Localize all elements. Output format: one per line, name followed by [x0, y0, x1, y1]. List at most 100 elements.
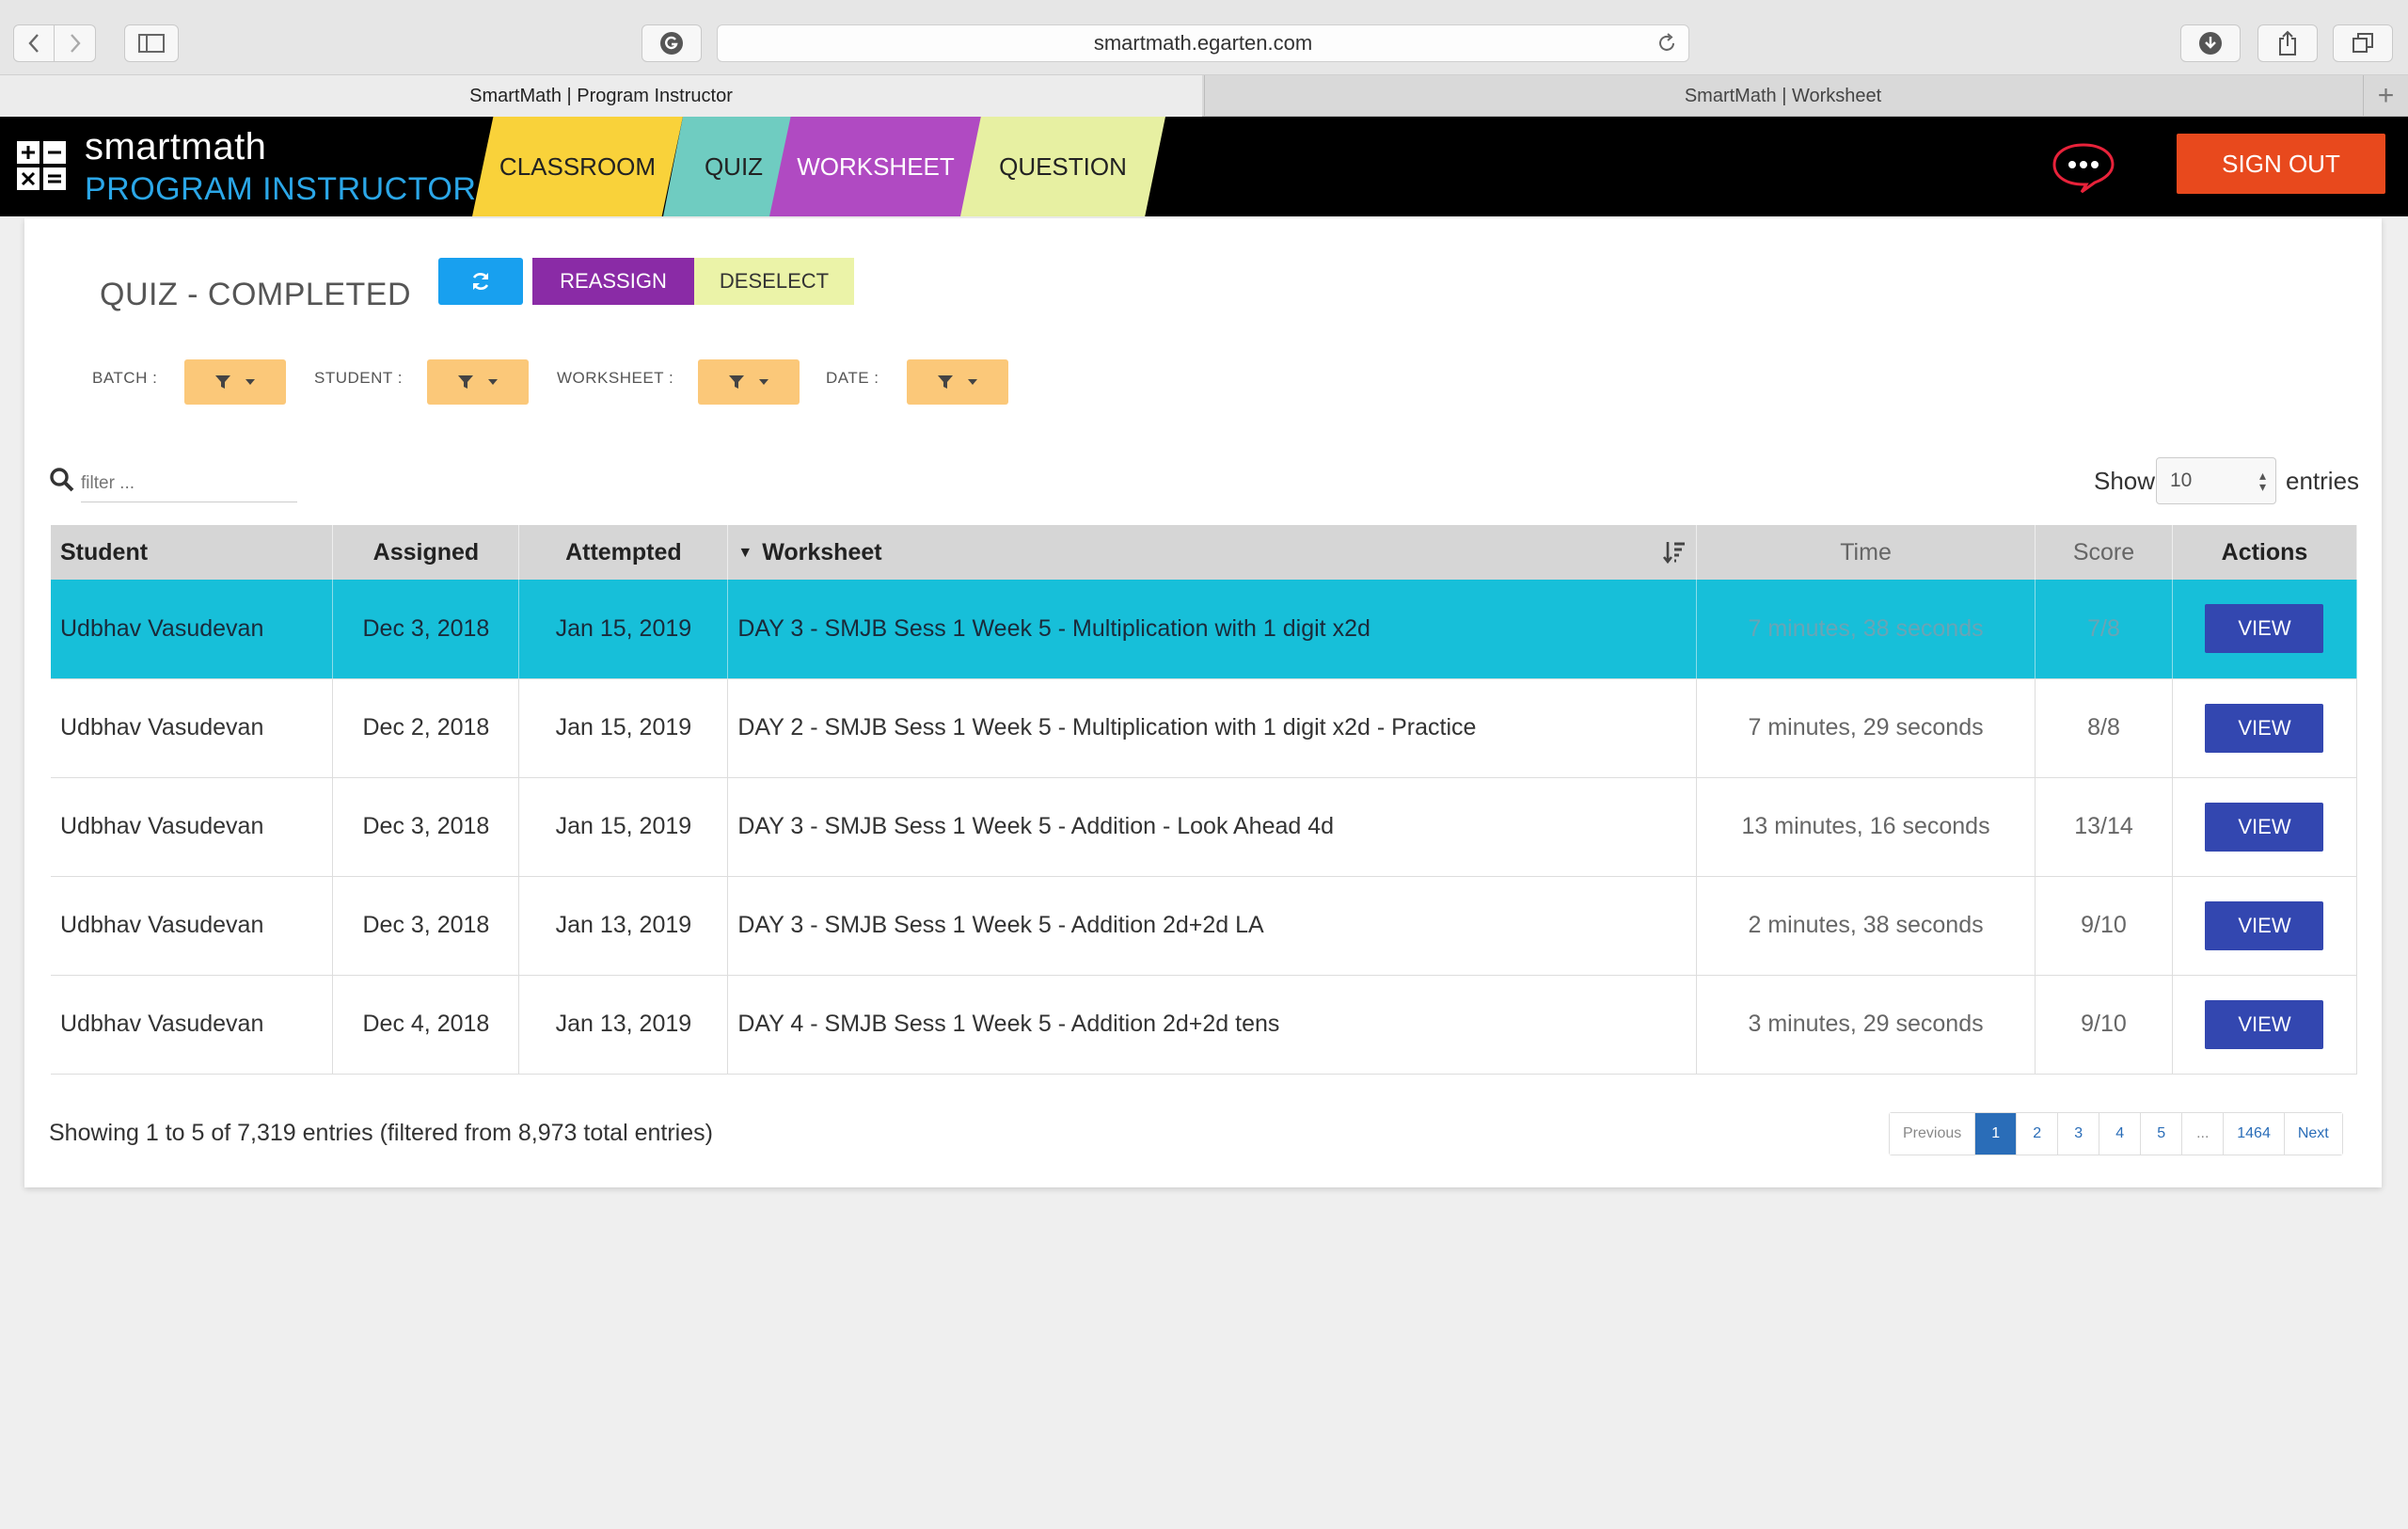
filter-icon — [458, 375, 473, 389]
cell-assigned: Dec 3, 2018 — [332, 580, 520, 679]
pagination-page-4[interactable]: 4 — [2099, 1113, 2142, 1155]
entries-per-page-value: 10 — [2170, 470, 2193, 491]
column-header-assigned[interactable]: Assigned — [332, 525, 520, 580]
plus-icon: + — [2377, 80, 2395, 111]
filter-icon — [938, 375, 953, 389]
pagination-previous[interactable]: Previous — [1890, 1113, 1976, 1155]
brand-role: PROGRAM INSTRUCTOR — [85, 171, 477, 207]
student-filter-label: STUDENT : — [314, 369, 403, 387]
refresh-icon — [472, 273, 489, 290]
view-button[interactable]: VIEW — [2205, 703, 2324, 753]
caret-down-icon — [488, 379, 498, 385]
downloads-button[interactable] — [2180, 24, 2241, 62]
cell-actions: VIEW — [2172, 678, 2358, 778]
forward-button[interactable] — [55, 24, 96, 62]
filter-icon — [215, 375, 230, 389]
caret-down-icon — [968, 379, 977, 385]
table-row[interactable]: Udbhav Vasudevan Dec 3, 2018 Jan 15, 201… — [51, 777, 2358, 877]
cell-assigned: Dec 3, 2018 — [332, 876, 520, 976]
select-arrows-icon: ▴ ▾ — [2258, 468, 2266, 494]
search-icon — [50, 468, 74, 492]
cell-actions: VIEW — [2172, 580, 2358, 679]
page-title: QUIZ - COMPLETED — [100, 277, 412, 312]
pagination-page-last[interactable]: 1464 — [2224, 1113, 2285, 1155]
app-header: smartmath PROGRAM INSTRUCTOR CLASSROOM Q… — [0, 117, 2408, 216]
sign-out-button[interactable]: SIGN OUT — [2177, 134, 2385, 194]
share-icon — [2279, 30, 2296, 56]
cell-student: Udbhav Vasudevan — [51, 876, 334, 976]
browser-tab-worksheet[interactable]: SmartMath | Worksheet — [1204, 75, 2361, 117]
chevron-right-icon — [70, 34, 81, 53]
new-tab-button[interactable]: + — [2363, 75, 2408, 117]
date-filter-button[interactable] — [907, 359, 1008, 405]
quiz-completed-panel: QUIZ - COMPLETED REASSIGN DESELECT BATCH… — [24, 218, 2382, 1187]
cell-attempted: Jan 13, 2019 — [518, 876, 729, 976]
table-row[interactable]: Udbhav Vasudevan Dec 3, 2018 Jan 15, 201… — [51, 580, 2358, 679]
cell-worksheet: DAY 3 - SMJB Sess 1 Week 5 - Addition 2d… — [727, 876, 1698, 976]
view-button[interactable]: VIEW — [2205, 604, 2324, 654]
show-label: Show — [2094, 467, 2156, 495]
table-row[interactable]: Udbhav Vasudevan Dec 3, 2018 Jan 13, 201… — [51, 876, 2358, 976]
nav-tab-worksheet[interactable]: WORKSHEET — [769, 117, 982, 216]
view-button[interactable]: VIEW — [2205, 999, 2324, 1049]
tabs-overview-button[interactable] — [2333, 24, 2393, 62]
chat-bubble-icon[interactable] — [2051, 141, 2116, 194]
table-row[interactable]: Udbhav Vasudevan Dec 4, 2018 Jan 13, 201… — [51, 975, 2358, 1075]
cell-worksheet: DAY 2 - SMJB Sess 1 Week 5 - Multiplicat… — [727, 678, 1698, 778]
cell-student: Udbhav Vasudevan — [51, 975, 334, 1075]
column-header-score[interactable]: Score — [2035, 525, 2173, 580]
address-bar[interactable]: smartmath.egarten.com — [717, 24, 1689, 62]
reload-icon[interactable] — [1655, 31, 1679, 56]
share-button[interactable] — [2258, 24, 2318, 62]
download-icon — [2199, 32, 2222, 55]
column-header-time[interactable]: Time — [1696, 525, 2036, 580]
worksheet-filter-button[interactable] — [698, 359, 800, 405]
sidebar-toggle-button[interactable] — [124, 24, 179, 62]
entries-label: entries — [2286, 467, 2360, 495]
chevron-left-icon — [28, 34, 39, 53]
column-header-attempted[interactable]: Attempted — [518, 525, 729, 580]
pagination-next[interactable]: Next — [2284, 1113, 2342, 1155]
table-row[interactable]: Udbhav Vasudevan Dec 2, 2018 Jan 15, 201… — [51, 678, 2358, 778]
column-header-worksheet[interactable]: ▼ Worksheet — [727, 525, 1698, 580]
browser-tab-program-instructor[interactable]: SmartMath | Program Instructor — [0, 75, 1202, 117]
column-header-actions: Actions — [2172, 525, 2358, 580]
batch-filter-button[interactable] — [184, 359, 286, 405]
tab-title: SmartMath | Program Instructor — [469, 85, 733, 106]
view-button[interactable]: VIEW — [2205, 802, 2324, 852]
pagination-page-3[interactable]: 3 — [2058, 1113, 2100, 1155]
table-header-row: Student Assigned Attempted ▼ Worksheet Ti… — [51, 525, 2358, 580]
cell-time: 7 minutes, 29 seconds — [1696, 678, 2036, 778]
cell-student: Udbhav Vasudevan — [51, 777, 334, 877]
grammarly-icon — [660, 32, 683, 55]
cell-assigned: Dec 2, 2018 — [332, 678, 520, 778]
deselect-button[interactable]: DESELECT — [694, 258, 854, 305]
reassign-button[interactable]: REASSIGN — [532, 258, 694, 305]
cell-student: Udbhav Vasudevan — [51, 580, 334, 679]
worksheet-filter-label: WORKSHEET : — [557, 369, 674, 387]
cell-score: 13/14 — [2035, 777, 2173, 877]
url-text: smartmath.egarten.com — [1093, 31, 1313, 55]
column-header-student[interactable]: Student — [51, 525, 334, 580]
pagination-page-2[interactable]: 2 — [2017, 1113, 2059, 1155]
nav-tab-classroom[interactable]: CLASSROOM — [472, 117, 683, 216]
table-summary: Showing 1 to 5 of 7,319 entries (filtere… — [49, 1120, 713, 1146]
cell-time: 13 minutes, 16 seconds — [1696, 777, 2036, 877]
history-nav — [13, 24, 96, 62]
cell-attempted: Jan 15, 2019 — [518, 580, 729, 679]
extension-button[interactable] — [642, 24, 702, 62]
cell-worksheet: DAY 3 - SMJB Sess 1 Week 5 - Addition - … — [727, 777, 1698, 877]
student-filter-button[interactable] — [427, 359, 529, 405]
entries-per-page-select[interactable]: 10 ▴ ▾ — [2156, 457, 2276, 504]
view-button[interactable]: VIEW — [2205, 900, 2324, 950]
search-input[interactable] — [81, 465, 297, 502]
cell-time: 2 minutes, 38 seconds — [1696, 876, 2036, 976]
back-button[interactable] — [13, 24, 55, 62]
refresh-button[interactable] — [438, 258, 523, 305]
pagination-page-1[interactable]: 1 — [1975, 1113, 2018, 1155]
pagination-page-5[interactable]: 5 — [2141, 1113, 2183, 1155]
cell-student: Udbhav Vasudevan — [51, 678, 334, 778]
sort-amount-desc-icon — [1663, 542, 1686, 565]
cell-attempted: Jan 13, 2019 — [518, 975, 729, 1075]
nav-tab-question[interactable]: QUESTION — [960, 117, 1165, 216]
